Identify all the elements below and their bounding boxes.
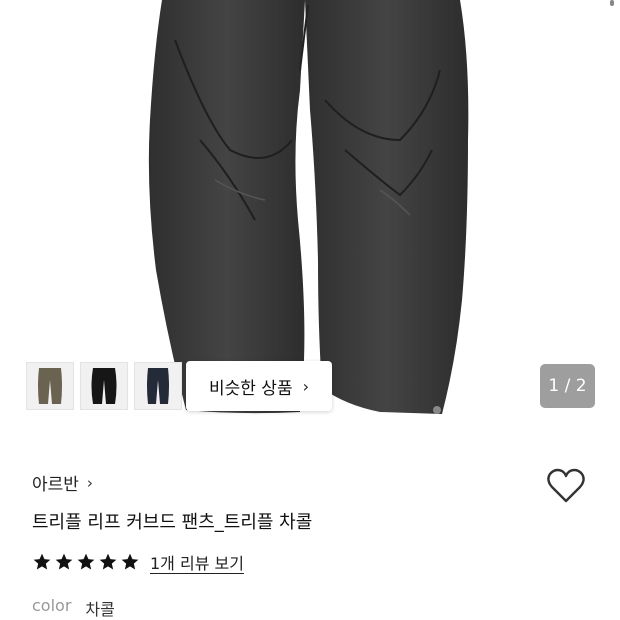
brand-link[interactable]: 아르반 › [32,470,93,496]
similar-products-label: 비슷한 상품 [208,378,293,399]
color-row: color 차콜 [32,596,115,620]
brand-name: 아르반 [32,475,79,495]
chevron-right-icon: › [302,376,309,396]
thumbnail-navy-pants[interactable] [134,362,182,410]
star-filled-icon [77,553,95,570]
rating-stars [32,552,140,572]
olive-pants-thumbnail-image [38,368,62,404]
star-filled-icon [33,553,51,570]
product-title: 트리플 리프 커브드 팬츠_트리플 차콜 [32,512,313,533]
heart-outline-icon[interactable] [546,467,586,505]
product-image-gallery[interactable]: 비슷한 상품 › 1 / 2 [0,0,620,430]
star-filled-icon [55,553,73,570]
star-filled-icon [99,553,117,570]
image-page-indicator: 1 / 2 [540,364,595,408]
review-link[interactable]: 1개 리뷰 보기 [150,550,244,574]
similar-products-button[interactable]: 비슷한 상품 › [186,361,332,411]
thumbnail-strip [26,362,182,410]
navy-pants-thumbnail-image [147,368,169,404]
star-filled-icon [121,553,139,570]
color-value: 차콜 [85,600,115,619]
chevron-right-icon: › [86,473,93,492]
thumbnail-black-pants[interactable] [80,362,128,410]
color-label: color [32,596,72,615]
thumbnail-olive-pants[interactable] [26,362,74,410]
scroll-indicator [610,0,614,6]
black-pants-thumbnail-image [91,368,117,404]
rating-row: 1개 리뷰 보기 [32,550,244,574]
